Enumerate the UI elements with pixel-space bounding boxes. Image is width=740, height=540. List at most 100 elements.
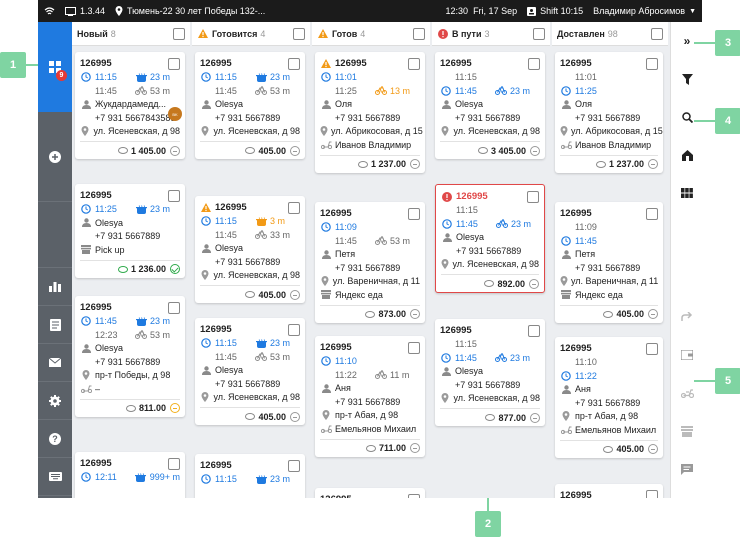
status-toggle[interactable] [290,289,300,300]
orders-nav-button[interactable]: 9 [38,22,72,112]
forward-button[interactable] [671,298,702,336]
order-select-checkbox[interactable] [288,323,300,336]
wallet-button[interactable] [671,336,702,374]
order-select-checkbox[interactable] [646,207,658,220]
help-button[interactable]: ? [38,420,72,458]
orders-badge: 9 [56,70,67,81]
order-select-checkbox[interactable] [646,342,658,355]
order-select-checkbox[interactable] [288,57,300,70]
delivery-address: пр-т Абая, д 98 [335,410,399,421]
order-select-checkbox[interactable] [528,324,540,337]
order-card[interactable]: 126995 11:45 23 m 12:23 53 m Olesya +7 931 566… [75,296,185,417]
status-toggle[interactable] [170,264,180,274]
order-select-checkbox[interactable] [288,201,300,214]
order-select-checkbox[interactable] [168,301,180,314]
order-card[interactable]: 126995 11:15 3 m 11:45 33 m Olesya +7 931 5667… [195,196,305,303]
filter-button[interactable] [671,60,702,98]
column-2: Готов 4 126995 11:01 11:25 13 m Оля +7 931 5667… [312,22,430,498]
order-select-checkbox[interactable] [408,493,420,498]
customer-name: Olesya [215,243,244,254]
order-select-checkbox[interactable] [408,57,420,70]
restaurant-address[interactable]: Тюмень-22 30 лет Победы 132-... [127,6,265,16]
column-count: 98 [607,28,618,39]
add-order-button[interactable] [38,112,72,202]
order-select-checkbox[interactable] [408,341,420,354]
status-toggle[interactable] [410,159,420,169]
status-toggle[interactable] [648,309,658,319]
courier-icon [255,86,267,96]
store-icon [80,245,92,255]
customer-name: Аня [575,384,591,395]
person-icon [560,385,572,394]
status-toggle[interactable] [410,309,420,319]
customer-phone: +7 931 5667889 [215,256,281,267]
order-card[interactable]: 126995 11:15 23 m 11:45 53 m Жукдардамедд... +… [75,52,185,159]
order-card[interactable]: 126995 11:10 11:22 Аня +7 931 5667889 пр-т Аб… [555,337,663,458]
order-select-checkbox[interactable] [168,189,180,202]
reports-button[interactable] [38,268,72,306]
customer-name: Olesya [456,232,485,243]
column-select-checkbox[interactable] [533,27,545,40]
order-select-checkbox[interactable] [168,457,180,470]
chat-button[interactable] [671,450,702,488]
messages-button[interactable] [38,344,72,382]
keyboard-button[interactable] [38,458,72,496]
order-card[interactable]: 126995 [555,484,663,498]
status-toggle[interactable] [170,403,180,413]
order-select-checkbox[interactable] [288,459,300,472]
order-card[interactable]: 126995 11:10 11:22 11 m Аня +7 931 5667889 пр-… [315,336,425,457]
store-button[interactable] [671,412,702,450]
order-card[interactable]: 126995 [315,488,425,498]
order-select-checkbox[interactable] [408,207,420,220]
order-select-checkbox[interactable] [527,190,539,203]
status-toggle[interactable] [410,443,420,453]
order-card[interactable]: 126995 11:15 11:45 23 m Olesya +7 931 5667889… [435,52,545,159]
status-toggle[interactable] [529,278,539,289]
column-select-checkbox[interactable] [293,27,305,40]
column-title: В пути [452,28,482,39]
status-toggle[interactable] [170,145,180,156]
order-card[interactable]: 126995 11:15 23 m 11:45 53 m Olesya +7 931 566… [195,318,305,425]
order-created-time: 11:15 [455,339,477,350]
caret-down-icon[interactable]: ▼ [689,8,696,15]
column-select-checkbox[interactable] [173,27,185,40]
order-select-checkbox[interactable] [168,57,180,70]
order-created-time: 11:10 [575,357,597,368]
ready-time: 11:45 [575,235,597,246]
location-pin-icon [115,6,123,16]
order-id: 126995 [200,460,232,472]
status-toggle[interactable] [530,145,540,156]
search-button[interactable] [671,98,702,136]
order-card[interactable]: 126995 11:15 23 m [195,454,305,498]
column-3: В пути 3 126995 11:15 11:45 23 m Olesya +7 931 … [432,22,550,498]
order-card[interactable]: 126995 11:09 11:45 53 m Петя +7 931 5667889 ул… [315,202,425,323]
menu-list-button[interactable] [38,306,72,344]
column-count: 8 [110,28,116,39]
order-select-checkbox[interactable] [646,489,658,498]
order-card[interactable]: 126995 11:25 23 m Olesya +7 931 5667889 Pick … [75,184,185,278]
order-card[interactable]: 126995 12:11 999+ m [75,452,185,498]
user-name[interactable]: Владимир Абросимов [593,6,685,16]
collapse-button[interactable]: » [671,22,702,60]
column-select-checkbox[interactable] [651,27,663,40]
settings-button[interactable] [38,382,72,420]
status-toggle[interactable] [530,412,540,423]
status-toggle[interactable] [648,159,658,169]
grid-view-button[interactable] [671,174,702,212]
order-card[interactable]: 126995 11:15 11:45 23 m Olesya +7 931 5667889… [435,319,545,426]
order-card[interactable]: 126995 11:09 11:45 Петя +7 931 5667889 ул. Ва… [555,202,663,323]
status-toggle[interactable] [290,145,300,156]
order-card[interactable]: 126995 11:15 11:45 23 m Olesya +7 931 5667889… [435,184,545,293]
order-card[interactable]: 126995 11:01 11:25 Оля +7 931 5667889 ул. Абр… [555,52,663,173]
status-toggle[interactable] [290,411,300,422]
order-select-checkbox[interactable] [646,57,658,70]
location-pin-icon [320,410,332,421]
home-button[interactable] [671,136,702,174]
order-select-checkbox[interactable] [528,57,540,70]
payment-icon [603,310,614,318]
column-select-checkbox[interactable] [413,27,425,40]
order-card[interactable]: 126995 11:01 11:25 13 m Оля +7 931 5667889 ул.… [315,52,425,173]
status-toggle[interactable] [648,444,658,454]
order-card[interactable]: 126995 11:15 23 m 11:45 53 m Olesya +7 931 566… [195,52,305,159]
scooter-icon [320,424,332,434]
